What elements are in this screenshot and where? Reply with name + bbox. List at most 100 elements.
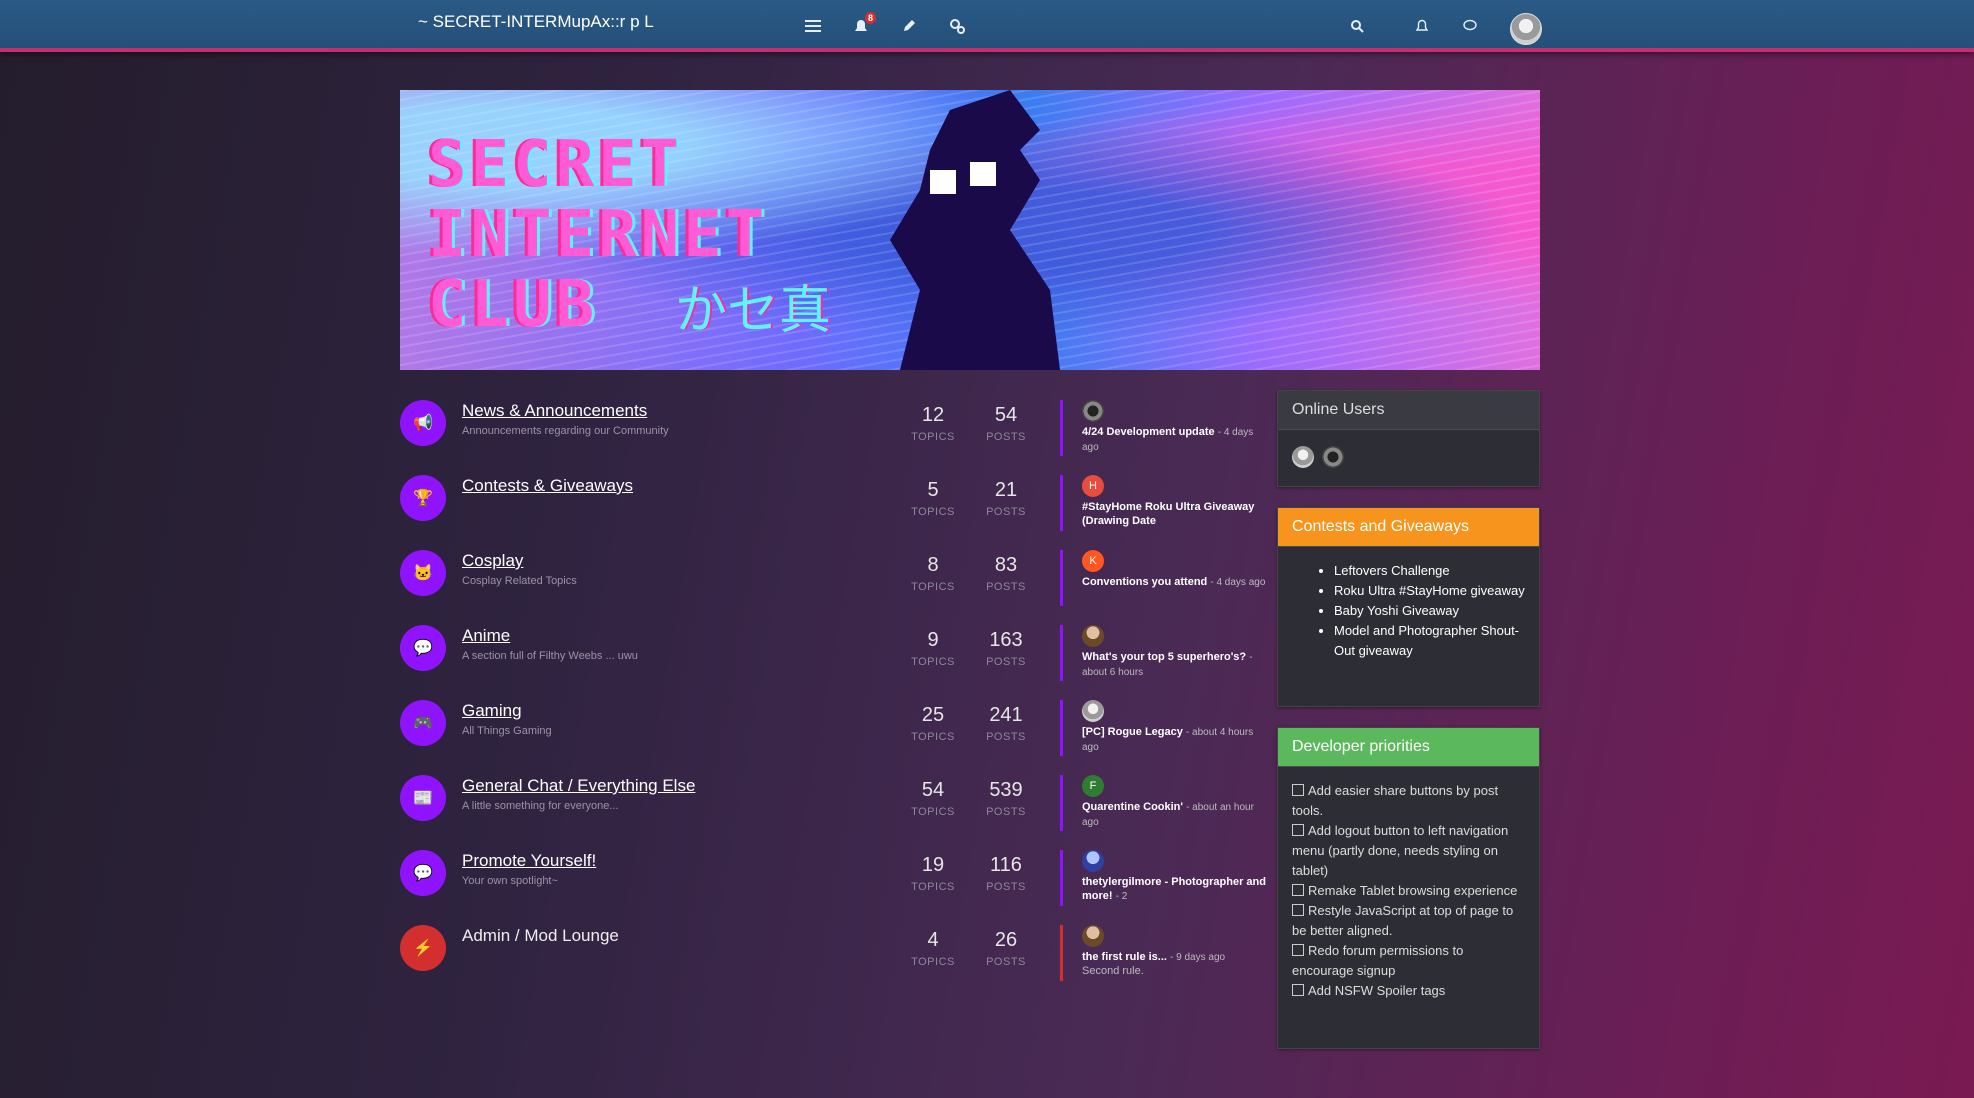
contest-item[interactable]: Leftovers Challenge bbox=[1334, 561, 1525, 581]
category-title[interactable]: Gaming bbox=[462, 701, 522, 721]
topics-label: TOPICS bbox=[911, 656, 955, 668]
category-description: A little something for everyone... bbox=[462, 800, 619, 812]
latest-post-teaser[interactable]: [PC] Rogue Legacy - about 4 hours ago bbox=[1060, 700, 1272, 756]
category-row: ⚡ Admin / Mod Lounge 4 TOPICS 26 POSTS t… bbox=[400, 925, 1260, 1000]
topics-label: TOPICS bbox=[911, 581, 955, 593]
teaser-title[interactable]: 4/24 Development update - 4 days ago bbox=[1082, 425, 1272, 455]
edit-icon[interactable] bbox=[898, 15, 920, 37]
posts-label: POSTS bbox=[986, 881, 1026, 893]
priority-item: Add logout button to left navigation men… bbox=[1292, 821, 1523, 881]
priority-item: Add easier share buttons by post tools. bbox=[1292, 781, 1523, 821]
topics-count: 4 bbox=[927, 929, 939, 951]
priority-item: Remake Tablet browsing experience bbox=[1292, 881, 1523, 901]
posts-stat: 539 POSTS bbox=[976, 779, 1036, 818]
online-user-avatar[interactable] bbox=[1322, 446, 1345, 468]
checkbox-icon bbox=[1292, 784, 1304, 796]
contests-title: Contests and Giveaways bbox=[1278, 508, 1539, 547]
chat-icon[interactable] bbox=[1459, 15, 1481, 37]
category-row: 📰 General Chat / Everything Else A littl… bbox=[400, 775, 1260, 850]
category-icon[interactable]: 🐱 bbox=[400, 550, 446, 596]
category-row: 🎮 Gaming All Things Gaming 25 TOPICS 241… bbox=[400, 700, 1260, 775]
banner-line-1: SECRET bbox=[428, 128, 684, 202]
developer-priorities-list: Add easier share buttons by post tools. A… bbox=[1278, 767, 1539, 1017]
online-users-panel: Online Users bbox=[1277, 390, 1540, 487]
topics-stat: 25 TOPICS bbox=[903, 704, 963, 743]
category-title[interactable]: Contests & Giveaways bbox=[462, 476, 633, 496]
posts-count: 241 bbox=[989, 704, 1023, 726]
teaser-avatar[interactable] bbox=[1082, 400, 1104, 422]
teaser-avatar[interactable] bbox=[1082, 625, 1104, 647]
latest-post-teaser[interactable]: the first rule is... - 9 days ago Second… bbox=[1060, 925, 1272, 981]
teaser-avatar[interactable] bbox=[1082, 700, 1104, 722]
contest-item[interactable]: Baby Yoshi Giveaway bbox=[1334, 601, 1525, 621]
topics-stat: 54 TOPICS bbox=[903, 779, 963, 818]
teaser-avatar[interactable]: H bbox=[1082, 475, 1104, 497]
search-icon[interactable] bbox=[1346, 15, 1368, 37]
category-icon[interactable]: 📢 bbox=[400, 400, 446, 446]
bell-notification-icon[interactable]: 8 bbox=[850, 12, 876, 37]
checkbox-icon bbox=[1292, 824, 1304, 836]
teaser-title[interactable]: #StayHome Roku Ultra Giveaway (Drawing D… bbox=[1082, 500, 1272, 529]
contest-item[interactable]: Roku Ultra #StayHome giveaway bbox=[1334, 581, 1525, 601]
latest-post-teaser[interactable]: K Conventions you attend - 4 days ago bbox=[1060, 550, 1272, 606]
latest-post-teaser[interactable]: H #StayHome Roku Ultra Giveaway (Drawing… bbox=[1060, 475, 1272, 531]
teaser-avatar[interactable]: F bbox=[1082, 775, 1104, 797]
category-icon[interactable]: 🎮 bbox=[400, 700, 446, 746]
posts-label: POSTS bbox=[986, 731, 1026, 743]
developer-priorities-panel: Developer priorities Add easier share bu… bbox=[1277, 727, 1540, 1049]
category-icon[interactable]: ⚡ bbox=[400, 925, 446, 971]
posts-label: POSTS bbox=[986, 506, 1026, 518]
category-icon[interactable]: 💬 bbox=[400, 850, 446, 896]
posts-stat: 163 POSTS bbox=[976, 629, 1036, 668]
teaser-title[interactable]: What's your top 5 superhero's? - about 6… bbox=[1082, 650, 1272, 680]
list-icon[interactable] bbox=[802, 15, 824, 37]
teaser-title[interactable]: thetylergilmore - Photographer and more!… bbox=[1082, 875, 1272, 904]
site-brand[interactable]: ~ SECRET-INTERMupAx::r p L bbox=[418, 12, 654, 32]
posts-stat: 54 POSTS bbox=[976, 404, 1036, 443]
bell-icon[interactable] bbox=[1411, 15, 1433, 37]
category-title[interactable]: Cosplay bbox=[462, 551, 523, 571]
category-icon[interactable]: 💬 bbox=[400, 625, 446, 671]
latest-post-teaser[interactable]: thetylergilmore - Photographer and more!… bbox=[1060, 850, 1272, 906]
category-title[interactable]: General Chat / Everything Else bbox=[462, 776, 695, 796]
category-title[interactable]: News & Announcements bbox=[462, 401, 647, 421]
contest-item[interactable]: Model and Photographer Shout-Out giveawa… bbox=[1334, 621, 1525, 661]
category-icon[interactable]: 🏆 bbox=[400, 475, 446, 521]
latest-post-teaser[interactable]: What's your top 5 superhero's? - about 6… bbox=[1060, 625, 1272, 681]
category-icon[interactable]: 📰 bbox=[400, 775, 446, 821]
category-title[interactable]: Promote Yourself! bbox=[462, 851, 596, 871]
developer-priorities-title: Developer priorities bbox=[1278, 728, 1539, 767]
latest-post-teaser[interactable]: 4/24 Development update - 4 days ago bbox=[1060, 400, 1272, 456]
category-description: A section full of Filthy Weebs ... uwu bbox=[462, 650, 638, 662]
teaser-time: - 9 days ago bbox=[1170, 952, 1226, 963]
settings-cog-icon[interactable] bbox=[946, 15, 968, 37]
teaser-avatar[interactable] bbox=[1082, 850, 1104, 872]
category-row: 🏆 Contests & Giveaways 5 TOPICS 21 POSTS… bbox=[400, 475, 1260, 550]
teaser-title[interactable]: Quarentine Cookin' - about an hour ago bbox=[1082, 800, 1272, 830]
latest-post-teaser[interactable]: F Quarentine Cookin' - about an hour ago bbox=[1060, 775, 1272, 831]
category-row: 💬 Promote Yourself! Your own spotlight~ … bbox=[400, 850, 1266, 925]
topics-stat: 8 TOPICS bbox=[903, 554, 963, 593]
teaser-title[interactable]: the first rule is... - 9 days ago bbox=[1082, 950, 1272, 965]
posts-stat: 241 POSTS bbox=[976, 704, 1036, 743]
teaser-title[interactable]: [PC] Rogue Legacy - about 4 hours ago bbox=[1082, 725, 1272, 755]
category-title[interactable]: Anime bbox=[462, 626, 510, 646]
online-users-list bbox=[1278, 430, 1539, 484]
category-title[interactable]: Admin / Mod Lounge bbox=[462, 926, 619, 946]
online-user-avatar[interactable] bbox=[1292, 446, 1314, 468]
topics-stat: 12 TOPICS bbox=[903, 404, 963, 443]
topics-count: 54 bbox=[921, 779, 945, 801]
priority-item: Add NSFW Spoiler tags bbox=[1292, 981, 1523, 1001]
top-navbar: ~ SECRET-INTERMupAx::r p L 8 bbox=[0, 0, 1974, 52]
posts-count: 26 bbox=[994, 929, 1018, 951]
teaser-avatar[interactable] bbox=[1082, 925, 1104, 947]
topics-count: 9 bbox=[927, 629, 939, 651]
posts-count: 83 bbox=[994, 554, 1018, 576]
checkbox-icon bbox=[1292, 944, 1304, 956]
teaser-title[interactable]: Conventions you attend - 4 days ago bbox=[1082, 575, 1272, 590]
category-row: 📢 News & Announcements Announcements reg… bbox=[400, 400, 1260, 475]
category-row: 💬 Anime A section full of Filthy Weebs .… bbox=[400, 625, 1260, 700]
user-avatar[interactable] bbox=[1510, 13, 1542, 45]
category-description: All Things Gaming bbox=[462, 725, 552, 737]
teaser-avatar[interactable]: K bbox=[1082, 550, 1104, 572]
